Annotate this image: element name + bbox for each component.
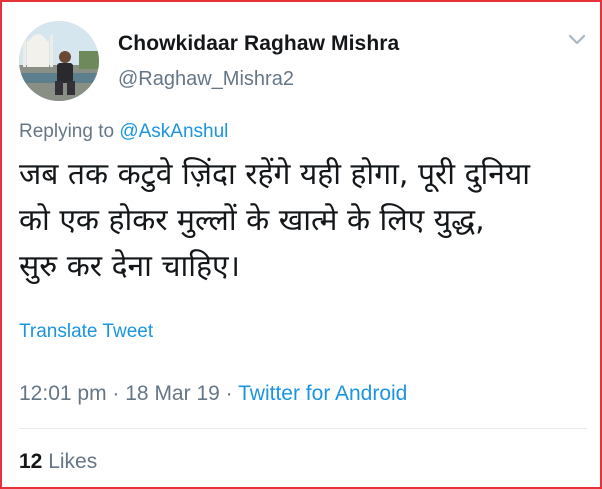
meta-separator: · [112, 382, 120, 405]
avatar-photo [19, 21, 99, 101]
tweet-date: 18 Mar 19 [125, 382, 220, 405]
chevron-down-icon[interactable] [568, 34, 586, 46]
tweet-time: 12:01 pm [19, 382, 107, 405]
author-display-name[interactable]: Chowkidaar Raghaw Mishra [118, 32, 399, 56]
avatar[interactable] [19, 21, 99, 101]
tweet-metadata: 12:01 pm · 18 Mar 19 · Twitter for Andro… [19, 382, 407, 406]
author-handle[interactable]: @Raghaw_Mishra2 [118, 68, 294, 91]
meta-separator: · [225, 382, 233, 405]
tweet-line: जब तक कटुवे ज़िंदा रहेंगे यही होगा, पूरी… [19, 157, 531, 192]
replying-to: Replying to @AskAnshul [19, 121, 228, 143]
likes-number: 12 [19, 450, 43, 473]
tweet-text: जब तक कटुवे ज़िंदा रहेंगे यही होगा, पूरी… [19, 152, 589, 290]
reply-mention-link[interactable]: @AskAnshul [119, 121, 228, 142]
tweet-line: को एक होकर मुल्लों के खात्मे के लिए युद्… [19, 203, 485, 238]
translate-tweet-link[interactable]: Translate Tweet [19, 321, 153, 343]
tweet-source-link[interactable]: Twitter for Android [238, 382, 407, 405]
tweet-card: Chowkidaar Raghaw Mishra @Raghaw_Mishra2… [0, 0, 602, 489]
tweet-line: सुरु कर देना चाहिए। [19, 249, 240, 284]
divider [19, 428, 587, 429]
likes-label: Likes [48, 450, 98, 473]
replying-prefix: Replying to [19, 121, 115, 142]
likes-count[interactable]: 12 Likes [19, 450, 97, 474]
